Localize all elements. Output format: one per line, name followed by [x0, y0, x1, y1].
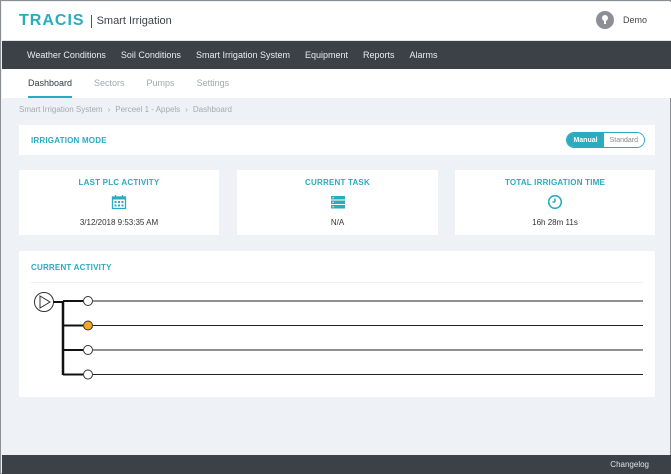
nav-item-soil-conditions[interactable]: Soil Conditions — [121, 50, 181, 60]
chevron-right-icon: › — [107, 105, 111, 114]
top-header: TRACIS Smart Irrigation Demo — [2, 2, 671, 41]
last-plc-activity-value: 3/12/2018 9:53:35 AM — [79, 218, 159, 227]
breadcrumb: Smart Irrigation System › Perceel 1 - Ap… — [19, 105, 232, 114]
tab-pumps[interactable]: Pumps — [147, 69, 175, 98]
nav-item-smart-irrigation-system[interactable]: Smart Irrigation System — [196, 50, 290, 60]
logo-brand: TRACIS — [19, 12, 85, 29]
sector-line[interactable] — [63, 345, 643, 355]
app-window: TRACIS Smart Irrigation Demo Weather Con… — [0, 0, 671, 474]
user-name: Demo — [622, 15, 647, 25]
sector-line[interactable] — [63, 320, 643, 331]
breadcrumb-item-dashboard: Dashboard — [192, 105, 232, 114]
irrigation-mode-title: IRRIGATION MODE — [31, 136, 107, 145]
breadcrumb-item-perceel[interactable]: Perceel 1 - Appels — [115, 105, 180, 114]
total-irrigation-time-value: 16h 28m 11s — [532, 218, 578, 227]
tab-sectors[interactable]: Sectors — [94, 69, 125, 98]
irrigation-mode-card: IRRIGATION MODE Manual Standard — [19, 125, 655, 155]
nav-item-weather-conditions[interactable]: Weather Conditions — [27, 50, 106, 60]
tab-settings[interactable]: Settings — [197, 69, 230, 98]
irrigation-mode-toggle: Manual Standard — [566, 132, 645, 148]
user-menu[interactable]: Demo — [595, 11, 647, 29]
total-irrigation-time-card: TOTAL IRRIGATION TIME 16h 28m 11s — [455, 170, 655, 235]
current-activity-card: CURRENT ACTIVITY — [19, 251, 655, 397]
current-task-title: CURRENT TASK — [305, 178, 370, 187]
sub-nav: Dashboard Sectors Pumps Settings — [2, 69, 671, 98]
clock-icon — [547, 194, 563, 215]
nav-item-alarms[interactable]: Alarms — [410, 50, 438, 60]
irrigation-diagram — [34, 292, 643, 380]
last-plc-activity-title: LAST PLC ACTIVITY — [78, 178, 160, 187]
sector-valve-active[interactable] — [83, 320, 93, 331]
sector-line[interactable] — [63, 369, 643, 380]
current-task-card: CURRENT TASK N/A — [237, 170, 438, 235]
avatar-icon — [595, 11, 614, 29]
footer: Changelog — [2, 455, 671, 474]
total-irrigation-time-title: TOTAL IRRIGATION TIME — [504, 178, 606, 187]
main-nav: Weather Conditions Soil Conditions Smart… — [2, 41, 671, 69]
tab-dashboard[interactable]: Dashboard — [28, 69, 73, 98]
current-task-value: N/A — [330, 218, 345, 227]
nav-item-reports[interactable]: Reports — [363, 50, 395, 60]
play-icon[interactable] — [34, 292, 54, 312]
logo-product-name: Smart Irrigation — [96, 15, 172, 27]
sector-line[interactable] — [63, 296, 643, 306]
mode-manual-button[interactable]: Manual — [567, 133, 604, 147]
breadcrumb-item-smart-irrigation-system[interactable]: Smart Irrigation System — [19, 105, 103, 114]
chevron-right-icon: › — [185, 105, 188, 114]
server-icon — [330, 194, 346, 215]
sector-valve[interactable] — [83, 369, 93, 380]
mode-standard-button[interactable]: Standard — [603, 133, 644, 147]
changelog-link[interactable]: Changelog — [610, 460, 649, 469]
sector-valve[interactable] — [83, 296, 93, 306]
logo-divider — [90, 14, 92, 28]
sector-valve[interactable] — [83, 345, 93, 355]
logo[interactable]: TRACIS Smart Irrigation — [19, 12, 172, 30]
last-plc-activity-card: LAST PLC ACTIVITY 3/12/2018 9:53:35 AM — [19, 170, 219, 235]
calendar-icon — [111, 194, 127, 215]
nav-item-equipment[interactable]: Equipment — [305, 50, 348, 60]
